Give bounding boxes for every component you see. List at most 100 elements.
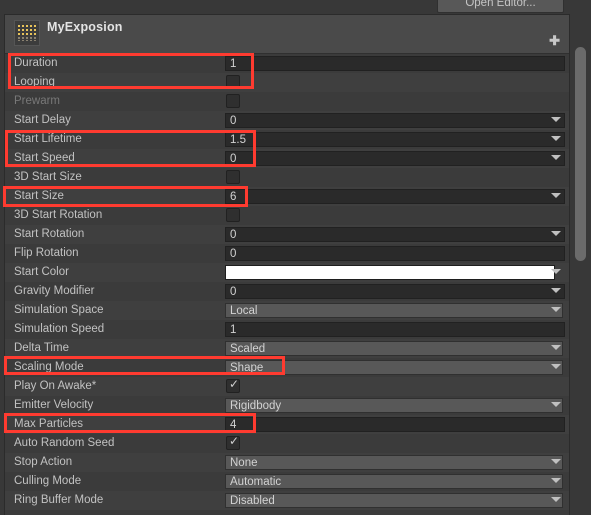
property-row: 3D Start Rotation [5,206,569,225]
chevron-down-icon[interactable] [551,364,561,369]
open-editor-button[interactable]: Open Editor... [437,0,564,13]
property-number-input[interactable]: 6 [225,189,565,204]
property-label: Start Speed [14,152,75,164]
property-label: Emitter Velocity [14,399,94,411]
property-number-input[interactable]: 1 [225,322,565,337]
property-row: Start Delay 0 [5,111,569,130]
chevron-down-icon[interactable] [551,478,561,483]
property-row: Gravity Modifier 0 [5,282,569,301]
property-row: Stop Action None [5,453,569,472]
chevron-down-icon[interactable] [551,459,561,464]
color-swatch[interactable] [225,265,555,280]
property-number-input[interactable]: 0 [225,284,565,299]
unity-inspector-screenshot: Open Editor... MyExposion ✚ Duration 1 L… [0,0,591,515]
property-row: Prewarm [5,92,569,111]
property-label: Start Delay [14,114,71,126]
property-row: Simulation Speed 1 [5,320,569,339]
property-label: Scaling Mode [14,361,84,373]
property-number-input[interactable]: 0 [225,113,565,128]
property-number-input[interactable]: 1 [225,56,565,71]
property-checkbox[interactable]: ✓ [226,377,240,393]
property-number-input[interactable]: 1.5 [225,132,565,147]
property-dropdown[interactable]: None [225,455,563,470]
property-checkbox [226,94,240,108]
check-icon: ✓ [228,377,240,391]
property-number-input[interactable]: 0 [225,151,565,166]
property-label: Auto Random Seed [14,437,115,449]
check-icon: ✓ [228,434,240,448]
property-label: Start Lifetime [14,133,82,145]
property-row: Simulation Space Local [5,301,569,320]
property-row: Start Rotation 0 [5,225,569,244]
property-checkbox[interactable] [226,170,240,184]
vertical-scrollbar[interactable] [570,14,591,515]
property-row: Looping [5,73,569,92]
particle-system-inspector: MyExposion ✚ Duration 1 Looping Prewarm Star… [4,14,570,515]
property-label: Simulation Speed [14,323,105,335]
property-row: Auto Random Seed ✓ [5,434,569,453]
property-dropdown[interactable]: Local [225,303,563,318]
property-label: Gravity Modifier [14,285,95,297]
property-dropdown[interactable]: Disabled [225,493,563,508]
property-dropdown[interactable]: Shape [225,360,563,375]
property-label: Culling Mode [14,475,82,487]
property-row: Delta Time Scaled [5,339,569,358]
vertical-scrollbar-thumb[interactable] [575,47,586,261]
property-number-input[interactable]: 4 [225,417,565,432]
property-row: Ring Buffer Mode Disabled [5,491,569,510]
property-checkbox[interactable]: ✓ [226,434,240,450]
property-number-input[interactable]: 0 [225,246,565,261]
property-label: Start Rotation [14,228,85,240]
property-row: Culling Mode Automatic [5,472,569,491]
property-row: Duration 1 [5,54,569,73]
editor-top-strip: Open Editor... [0,0,591,14]
property-dropdown[interactable]: Rigidbody [225,398,563,413]
property-dropdown[interactable]: Automatic [225,474,563,489]
property-row: Emitter Velocity Rigidbody [5,396,569,415]
property-checkbox[interactable] [226,75,240,89]
component-title: MyExposion [47,20,123,34]
chevron-down-icon[interactable] [551,231,561,236]
property-row: Start Size 6 [5,187,569,206]
property-row: 3D Start Size [5,168,569,187]
plus-icon[interactable]: ✚ [549,34,560,47]
property-label: Ring Buffer Mode [14,494,104,506]
chevron-down-icon[interactable] [551,288,561,293]
property-row: Start Lifetime 1.5 [5,130,569,149]
property-label: Stop Action [14,456,73,468]
chevron-down-icon[interactable] [551,402,561,407]
property-label: Max Particles [14,418,84,430]
chevron-down-icon[interactable] [551,269,561,274]
property-label: Prewarm [14,95,61,107]
chevron-down-icon[interactable] [551,193,561,198]
particle-dots-icon [18,25,36,41]
property-label: Delta Time [14,342,69,354]
property-label: Start Color [14,266,69,278]
property-row: Max Particles 4 [5,415,569,434]
chevron-down-icon[interactable] [551,136,561,141]
chevron-down-icon[interactable] [551,155,561,160]
chevron-down-icon[interactable] [551,497,561,502]
property-label: 3D Start Rotation [14,209,103,221]
property-label: Looping [14,76,55,88]
property-label: Play On Awake* [14,380,97,392]
property-label: 3D Start Size [14,171,82,183]
particle-system-icon [14,20,40,46]
property-list: Duration 1 Looping Prewarm Start Delay 0 Start… [5,54,569,510]
chevron-down-icon[interactable] [551,117,561,122]
property-row: Play On Awake* ✓ [5,377,569,396]
chevron-down-icon[interactable] [551,307,561,312]
property-label: Simulation Space [14,304,104,316]
property-row: Start Speed 0 [5,149,569,168]
property-row: Start Color [5,263,569,282]
property-row: Flip Rotation 0 [5,244,569,263]
property-label: Start Size [14,190,64,202]
property-label: Flip Rotation [14,247,79,259]
component-header[interactable]: MyExposion ✚ [5,15,569,54]
property-label: Duration [14,57,58,69]
property-checkbox[interactable] [226,208,240,222]
property-row: Scaling Mode Shape [5,358,569,377]
chevron-down-icon[interactable] [551,345,561,350]
property-dropdown[interactable]: Scaled [225,341,563,356]
property-number-input[interactable]: 0 [225,227,565,242]
